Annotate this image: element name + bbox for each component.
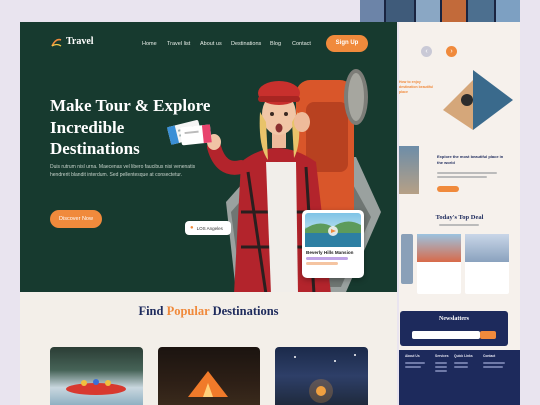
footer-link-line (454, 366, 468, 368)
destination-card[interactable]: Beverly Hills Mansion (302, 210, 364, 278)
nav-about-us[interactable]: About us (200, 41, 222, 47)
preview-page: ‹ › How to enjoy destination beautiful p… (399, 22, 520, 405)
destination-thumb-camping[interactable] (158, 347, 260, 405)
footer: About Us Services Quick Links Contact (399, 350, 520, 405)
deal-card-2-image (417, 234, 461, 262)
popular-section: Find Popular Destinations (20, 292, 397, 405)
newsletter-email-input[interactable] (412, 331, 480, 339)
nav-home[interactable]: Home (142, 41, 157, 47)
footer-link-line (405, 366, 421, 368)
footer-link-line (483, 366, 503, 368)
newsletter-title: Newslatters (439, 316, 469, 322)
top-deal-subtitle-line (439, 224, 479, 226)
location-pill[interactable]: ● LOS Angeles (185, 221, 231, 235)
brand-name: Travel (66, 36, 94, 47)
chevron-right-icon: › (450, 48, 453, 55)
newsletter-submit-button[interactable] (480, 331, 496, 339)
explore-image (399, 146, 419, 194)
footer-link-line (405, 362, 425, 364)
nav-travel-list[interactable]: Travel list (167, 41, 190, 47)
explore-text-line (437, 172, 497, 174)
destination-thumb-night-camp[interactable] (275, 347, 368, 405)
hero-section: Travel Home Travel list About us Destina… (20, 22, 397, 292)
footer-link-line (435, 362, 447, 364)
top-deal-title: Today's Top Deal (435, 214, 484, 221)
carousel-next-button[interactable]: › (446, 46, 457, 57)
nav-destinations[interactable]: Destinations (231, 41, 261, 47)
nav-contact[interactable]: Contact (292, 41, 311, 47)
explore-text-line (437, 176, 487, 178)
footer-col-contact: Contact (483, 354, 496, 358)
destination-thumb-rafting[interactable] (50, 347, 143, 405)
popular-title-prefix: Find (138, 304, 167, 318)
location-pin-icon: ● (190, 225, 194, 231)
card-bar-1 (306, 257, 348, 260)
explore-button[interactable] (437, 186, 459, 192)
explore-title: Explore the most beautiful place in the … (437, 154, 504, 165)
footer-link-line (454, 362, 468, 364)
carousel-prev-button[interactable]: ‹ (421, 46, 432, 57)
card-title: Beverly Hills Mansion (306, 250, 354, 255)
deal-card-3-image (465, 234, 509, 262)
popular-title-highlight: Popular (166, 304, 210, 318)
nav-blog[interactable]: Blog (270, 41, 281, 47)
footer-col-about: About Us (405, 354, 420, 358)
popular-title-suffix: Destinations (209, 304, 279, 318)
footer-link-line (435, 370, 447, 372)
triangle-photo-collage (443, 70, 513, 130)
footer-col-quick-links: Quick Links (454, 354, 473, 358)
sign-up-button[interactable]: Sign Up (326, 35, 368, 52)
card-bar-2 (306, 262, 338, 265)
chevron-left-icon: ‹ (425, 48, 428, 55)
popular-title: Find Popular Destinations (20, 304, 397, 319)
footer-col-services: Services (435, 354, 449, 358)
deal-card-1[interactable] (401, 234, 413, 284)
card-image (305, 213, 361, 247)
intro-text: How to enjoy destination beautiful place (399, 80, 434, 94)
hero-subtitle: Duis rutrum nisl urna. Maecenas vel libe… (50, 164, 196, 178)
newsletter-box: Newslatters (400, 311, 508, 346)
footer-link-line (435, 366, 447, 368)
brand-logo[interactable]: Travel (51, 36, 94, 47)
location-label: LOS Angeles (196, 225, 223, 231)
tickets-graphic (166, 120, 212, 146)
deal-card-3[interactable] (465, 234, 509, 294)
logo-icon (51, 37, 62, 47)
top-gallery-strip (360, 0, 520, 22)
deal-card-2[interactable] (417, 234, 461, 294)
discover-now-button[interactable]: Discover Now (50, 210, 102, 228)
footer-link-line (483, 362, 505, 364)
